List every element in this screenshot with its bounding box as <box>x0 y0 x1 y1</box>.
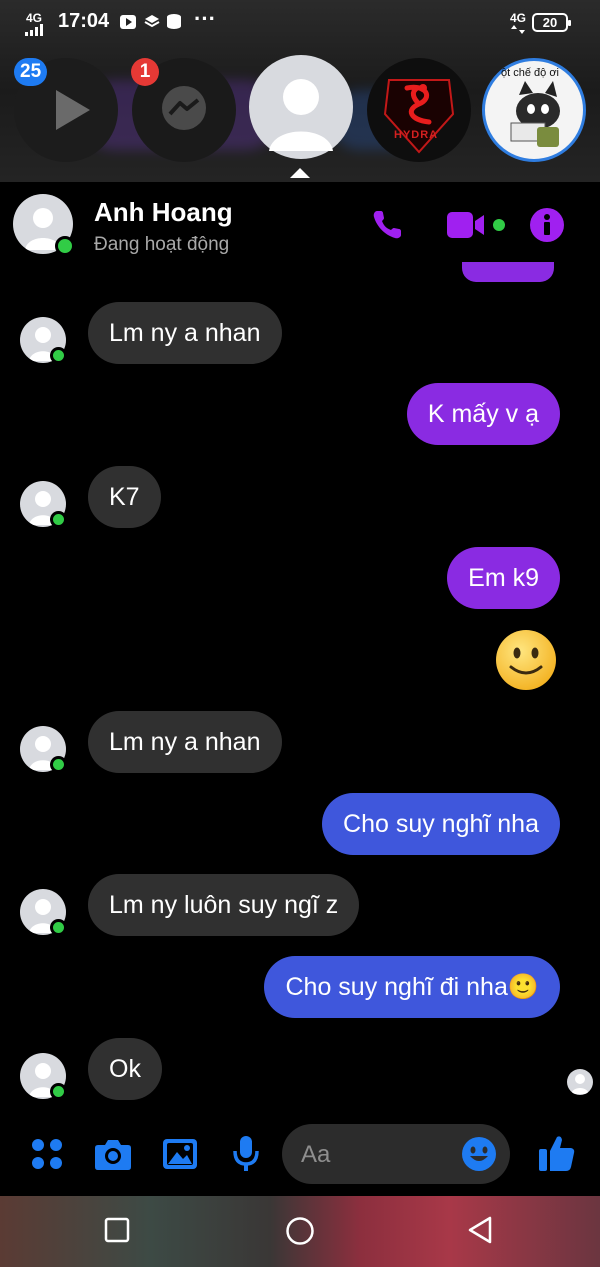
message-incoming[interactable]: K7 <box>88 466 161 528</box>
smiley-emoji-icon[interactable] <box>495 629 557 691</box>
unread-badge: 25 <box>14 58 48 86</box>
message-incoming[interactable]: Lm ny luôn suy ngĩ z <box>88 874 360 936</box>
hydra-label: HYDRA <box>394 129 439 141</box>
youtube-notification-icon <box>120 15 136 29</box>
chat-head-active-user[interactable] <box>249 55 353 159</box>
message-input[interactable]: Aa <box>282 1124 510 1184</box>
hydra-logo-icon <box>383 79 455 154</box>
message-outgoing[interactable]: K mấy v ạ <box>406 383 560 445</box>
unread-badge: 1 <box>131 58 159 86</box>
scrolled-message-bubble[interactable] <box>462 262 554 282</box>
conversation-header <box>0 182 600 270</box>
emoji-icon[interactable] <box>461 1136 497 1172</box>
system-navigation-bar <box>0 1196 600 1267</box>
contact-name[interactable]: Anh Hoang <box>94 197 233 228</box>
clock: 17:04 <box>58 10 110 32</box>
message-outgoing[interactable]: Cho suy nghĩ đi nha🙂 <box>264 956 560 1018</box>
message-outgoing[interactable]: Em k9 <box>447 547 560 609</box>
network-indicator-right: 4G <box>510 11 527 25</box>
seen-receipt-avatar <box>567 1069 593 1095</box>
sticker-caption: ột chế độ ơi <box>501 67 559 79</box>
recent-apps-icon[interactable] <box>104 1217 130 1243</box>
conversation-info-icon[interactable] <box>529 207 565 243</box>
camera-icon[interactable] <box>94 1136 132 1172</box>
online-status-dot <box>50 511 67 528</box>
chat-head-sticker[interactable]: ột chế độ ơi <box>482 58 586 162</box>
layers-notification-icon <box>144 15 160 28</box>
battery-indicator: 20 <box>532 13 571 32</box>
default-avatar-icon <box>571 1074 589 1094</box>
back-icon[interactable] <box>466 1215 494 1245</box>
home-icon[interactable] <box>285 1216 315 1246</box>
microphone-icon[interactable] <box>231 1134 261 1174</box>
active-head-pointer <box>290 168 310 178</box>
video-call-icon[interactable] <box>446 209 508 241</box>
online-status-dot <box>50 756 67 773</box>
default-avatar-icon <box>269 79 333 151</box>
message-incoming[interactable]: Lm ny a nhan <box>88 711 282 773</box>
voice-call-icon[interactable] <box>369 207 405 243</box>
database-notification-icon <box>167 14 181 29</box>
online-status-dot <box>50 919 67 936</box>
network-indicator-left: 4G <box>26 11 43 25</box>
thumbs-up-icon[interactable] <box>538 1133 576 1173</box>
message-incoming[interactable]: Ok <box>88 1038 162 1100</box>
message-incoming[interactable]: Lm ny a nhan <box>88 302 282 364</box>
online-status-dot <box>50 347 67 364</box>
message-input-placeholder: Aa <box>301 1141 331 1168</box>
gallery-icon[interactable] <box>162 1136 198 1172</box>
active-status-text: Đang hoạt động <box>94 234 230 255</box>
status-bar: 4G 17:04 ··· 4G 20 <box>0 0 600 46</box>
signal-icon <box>25 24 43 36</box>
chat-head-hydra[interactable]: HYDRA <box>367 58 471 162</box>
data-arrows-icon <box>511 25 525 34</box>
more-notifications-icon: ··· <box>194 6 216 31</box>
online-status-dot <box>50 1083 67 1100</box>
message-outgoing[interactable]: Cho suy nghĩ nha <box>322 793 560 855</box>
apps-icon[interactable] <box>29 1136 65 1172</box>
online-status-dot <box>55 236 75 256</box>
